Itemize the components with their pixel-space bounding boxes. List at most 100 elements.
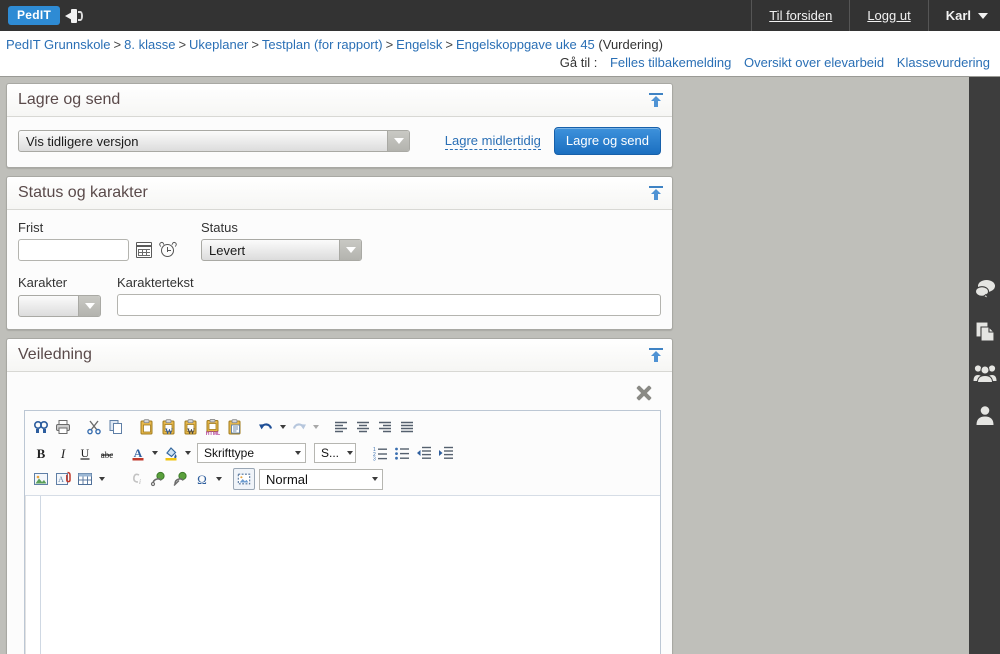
italic-icon[interactable]: I bbox=[52, 442, 74, 464]
nav-til-forsiden[interactable]: Til forsiden bbox=[751, 0, 849, 31]
goto-link-klassevurdering[interactable]: Klassevurdering bbox=[897, 55, 990, 70]
close-icon[interactable] bbox=[633, 382, 655, 404]
editor-toolbar-row-1: W W HTML bbox=[30, 414, 657, 440]
svg-text:I: I bbox=[60, 446, 66, 461]
goto-link-oversikt-over-elevarbeid[interactable]: Oversikt over elevarbeid bbox=[744, 55, 884, 70]
panel-title-status-og-karakter: Status og karakter bbox=[18, 184, 148, 201]
panel-header: Veiledning bbox=[7, 339, 672, 372]
underline-icon[interactable]: U bbox=[74, 442, 96, 464]
find-icon[interactable] bbox=[30, 416, 52, 438]
group-icon[interactable] bbox=[973, 361, 997, 385]
main-content: Lagre og send Vis tidligere versjon Lagr… bbox=[0, 77, 673, 654]
paste-word-clean-icon[interactable]: W bbox=[180, 416, 202, 438]
insert-table-icon[interactable] bbox=[74, 468, 96, 490]
breadcrumb-item-1[interactable]: 8. klasse bbox=[124, 37, 175, 52]
panel-lagre-og-send: Lagre og send Vis tidligere versjon Lagr… bbox=[6, 83, 673, 168]
align-justify-icon[interactable] bbox=[396, 416, 418, 438]
undo-dropdown-arrow-icon[interactable] bbox=[277, 416, 288, 438]
breadcrumb-item-2[interactable]: Ukeplaner bbox=[189, 37, 248, 52]
redo-icon[interactable] bbox=[288, 416, 310, 438]
collapse-icon[interactable] bbox=[648, 92, 664, 108]
text-color-icon[interactable]: A bbox=[127, 442, 149, 464]
align-center-icon[interactable] bbox=[352, 416, 374, 438]
editor-content[interactable] bbox=[40, 496, 660, 654]
karaktertekst-input[interactable] bbox=[117, 294, 661, 316]
text-color-dropdown-arrow-icon[interactable] bbox=[149, 442, 160, 464]
nav-logg-ut[interactable]: Logg ut bbox=[849, 0, 927, 31]
editor-wrapper: W W HTML B I U abc A Skrifttype S... 1 2… bbox=[7, 372, 672, 654]
chat-icon[interactable] bbox=[973, 277, 997, 301]
bold-icon[interactable]: B bbox=[30, 442, 52, 464]
rich-text-editor: W W HTML B I U abc A Skrifttype S... 1 2… bbox=[24, 410, 661, 654]
indent-icon[interactable] bbox=[435, 442, 457, 464]
editor-content-area[interactable] bbox=[25, 496, 660, 654]
svg-text:U: U bbox=[81, 446, 90, 460]
insert-image-icon[interactable] bbox=[30, 468, 52, 490]
paste-text-icon[interactable] bbox=[224, 416, 246, 438]
strikethrough-icon[interactable]: abc bbox=[96, 442, 118, 464]
lagre-og-send-button[interactable]: Lagre og send bbox=[553, 127, 661, 155]
show-blocks-icon[interactable] bbox=[233, 468, 255, 490]
font-family-select[interactable]: Skrifttype bbox=[197, 443, 306, 463]
calendar-icon[interactable] bbox=[136, 242, 152, 258]
anchor-icon[interactable]: i bbox=[125, 468, 147, 490]
insert-file-icon[interactable]: A bbox=[52, 468, 74, 490]
nav-logg-ut-label: Logg ut bbox=[867, 8, 911, 23]
table-dropdown-arrow-icon[interactable] bbox=[96, 468, 107, 490]
link-icon[interactable] bbox=[147, 468, 169, 490]
breadcrumb-sep: > bbox=[178, 37, 187, 52]
brand[interactable]: PedIT bbox=[0, 0, 91, 31]
panel-title-lagre-og-send: Lagre og send bbox=[18, 91, 121, 108]
collapse-icon[interactable] bbox=[648, 347, 664, 363]
karakter-select[interactable] bbox=[18, 295, 101, 317]
special-char-dropdown-arrow-icon[interactable] bbox=[213, 468, 224, 490]
status-select[interactable]: Levert bbox=[201, 239, 362, 261]
goto-link-felles-tilbakemelding[interactable]: Felles tilbakemelding bbox=[610, 55, 731, 70]
breadcrumb-item-5[interactable]: Engelskoppgave uke 45 bbox=[456, 37, 595, 52]
special-char-icon[interactable]: Ω bbox=[191, 468, 213, 490]
chevron-down-icon bbox=[978, 12, 988, 19]
user-name-label: Karl bbox=[945, 8, 971, 23]
breadcrumb-item-3[interactable]: Testplan (for rapport) bbox=[262, 37, 383, 52]
version-select[interactable]: Vis tidligere versjon bbox=[18, 130, 410, 152]
bulleted-list-icon[interactable] bbox=[391, 442, 413, 464]
paste-word-icon[interactable]: W bbox=[158, 416, 180, 438]
panel-body: Frist Status Levert Karakter Karaktertek… bbox=[7, 210, 672, 329]
numbered-list-icon[interactable]: 123 bbox=[369, 442, 391, 464]
person-icon[interactable] bbox=[973, 403, 997, 427]
background-color-dropdown-arrow-icon[interactable] bbox=[182, 442, 193, 464]
nav-til-forsiden-label: Til forsiden bbox=[769, 8, 833, 23]
print-icon[interactable] bbox=[52, 416, 74, 438]
breadcrumb-suffix: (Vurdering) bbox=[598, 37, 663, 52]
redo-dropdown-arrow-icon[interactable] bbox=[310, 416, 321, 438]
collapse-icon[interactable] bbox=[648, 185, 664, 201]
align-left-icon[interactable] bbox=[330, 416, 352, 438]
speaker-icon[interactable] bbox=[65, 8, 84, 24]
align-right-icon[interactable] bbox=[374, 416, 396, 438]
status-label: Status bbox=[201, 220, 238, 235]
editor-toolbar-row-3: A i Ω Normal bbox=[30, 466, 657, 492]
pedit-logo[interactable]: PedIT bbox=[8, 6, 61, 25]
chevron-down-icon bbox=[339, 240, 361, 260]
editor-topbar bbox=[18, 378, 661, 410]
svg-text:B: B bbox=[37, 446, 46, 461]
font-size-select[interactable]: S... bbox=[314, 443, 356, 463]
outdent-icon[interactable] bbox=[413, 442, 435, 464]
panel-header: Status og karakter bbox=[7, 177, 672, 210]
paste-icon[interactable] bbox=[136, 416, 158, 438]
paste-html-icon[interactable]: HTML bbox=[202, 416, 224, 438]
breadcrumb-item-4[interactable]: Engelsk bbox=[396, 37, 442, 52]
paragraph-format-select[interactable]: Normal bbox=[259, 468, 383, 490]
breadcrumb-item-0[interactable]: PedIT Grunnskole bbox=[6, 37, 111, 52]
undo-icon[interactable] bbox=[255, 416, 277, 438]
lagre-midlertidig-link[interactable]: Lagre midlertidig bbox=[444, 133, 541, 150]
background-color-icon[interactable] bbox=[160, 442, 182, 464]
documents-icon[interactable] bbox=[973, 319, 997, 343]
panel-body: Vis tidligere versjon Lagre midlertidig … bbox=[7, 117, 672, 167]
alarm-clock-icon[interactable] bbox=[158, 240, 178, 259]
copy-icon[interactable] bbox=[105, 416, 127, 438]
cut-icon[interactable] bbox=[83, 416, 105, 438]
frist-input[interactable] bbox=[18, 239, 129, 261]
user-menu[interactable]: Karl bbox=[927, 0, 1000, 31]
unlink-icon[interactable] bbox=[169, 468, 191, 490]
